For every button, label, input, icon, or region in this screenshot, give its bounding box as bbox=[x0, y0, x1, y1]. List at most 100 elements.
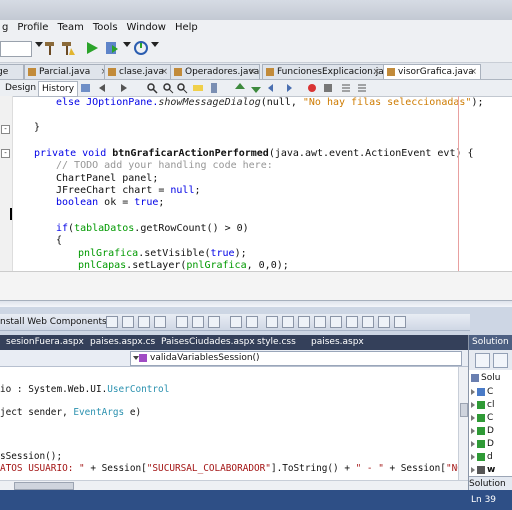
fold-marker-icon[interactable]: - bbox=[1, 149, 10, 158]
editor-toolbar: Design History bbox=[0, 80, 512, 97]
menu-item-team[interactable]: Team bbox=[57, 22, 83, 33]
document-tab[interactable]: paises.aspx bbox=[311, 335, 364, 350]
toolbar-button-icon[interactable] bbox=[266, 316, 278, 328]
toolbar-button-icon[interactable] bbox=[176, 316, 188, 328]
editor-tab[interactable]: clase.java × bbox=[104, 64, 172, 79]
shift-right-icon[interactable] bbox=[282, 82, 294, 94]
close-icon[interactable]: × bbox=[469, 65, 477, 79]
next-bookmark-icon[interactable] bbox=[250, 82, 262, 94]
document-tab[interactable]: style.css bbox=[257, 335, 296, 350]
solution-root[interactable]: Solu bbox=[471, 372, 500, 384]
install-web-components-label[interactable]: nstall Web Components bbox=[0, 314, 107, 330]
toolbar-button-icon[interactable] bbox=[362, 316, 374, 328]
menu-item-run[interactable]: g bbox=[2, 22, 8, 33]
expand-icon[interactable] bbox=[471, 414, 475, 421]
fold-marker-icon[interactable]: - bbox=[1, 125, 10, 134]
last-edit-icon[interactable] bbox=[80, 82, 92, 94]
expand-icon[interactable] bbox=[471, 388, 475, 395]
tree-item[interactable]: cl bbox=[471, 399, 494, 411]
tree-item[interactable]: C bbox=[471, 412, 493, 424]
refresh-icon[interactable] bbox=[493, 353, 508, 368]
chevron-down-icon[interactable] bbox=[133, 356, 139, 360]
comment-icon[interactable] bbox=[340, 82, 352, 94]
design-tab[interactable]: Design bbox=[2, 81, 39, 95]
editor-tab-active[interactable]: visorGrafica.java × bbox=[383, 64, 481, 79]
configuration-combo[interactable] bbox=[0, 41, 32, 57]
shift-left-icon[interactable] bbox=[266, 82, 278, 94]
toolbar-button-icon[interactable] bbox=[282, 316, 294, 328]
toolbar-button-icon[interactable] bbox=[154, 316, 166, 328]
editor-tab[interactable]: Parcial.java× bbox=[24, 64, 112, 79]
toolbar-button-icon[interactable] bbox=[246, 316, 258, 328]
find-next-icon[interactable] bbox=[176, 82, 188, 94]
editor-tab[interactable]: ge bbox=[0, 64, 24, 79]
properties-icon[interactable] bbox=[475, 353, 490, 368]
tree-item-label: D bbox=[487, 439, 494, 449]
code-token: JFreeChart chart = bbox=[56, 185, 171, 196]
toolbar-button-icon[interactable] bbox=[346, 316, 358, 328]
find-previous-icon[interactable] bbox=[162, 82, 174, 94]
scrollbar-thumb[interactable] bbox=[460, 403, 468, 417]
history-tab[interactable]: History bbox=[38, 81, 79, 97]
tree-item[interactable]: D bbox=[471, 425, 494, 437]
chevron-down-icon[interactable] bbox=[123, 42, 131, 47]
toolbar-button-icon[interactable] bbox=[106, 316, 118, 328]
expand-icon[interactable] bbox=[471, 453, 475, 460]
run-icon[interactable] bbox=[84, 40, 100, 56]
text-caret bbox=[10, 208, 12, 220]
csharp-code-editor[interactable]: io : System.Web.UI.UserControl ject send… bbox=[0, 367, 512, 480]
toolbar-button-icon[interactable] bbox=[122, 316, 134, 328]
menu-item-profile[interactable]: Profile bbox=[17, 22, 48, 33]
back-icon[interactable] bbox=[96, 82, 108, 94]
toolbar-button-icon[interactable] bbox=[208, 316, 220, 328]
tree-item[interactable]: C bbox=[471, 386, 493, 398]
menu-item-window[interactable]: Window bbox=[127, 22, 166, 33]
toolbar-button-icon[interactable] bbox=[138, 316, 150, 328]
chevron-down-icon[interactable] bbox=[151, 42, 159, 47]
toolbar-button-icon[interactable] bbox=[314, 316, 326, 328]
start-macro-icon[interactable] bbox=[306, 82, 318, 94]
solution-explorer-tab[interactable]: Solution bbox=[469, 476, 512, 491]
clean-build-icon[interactable] bbox=[60, 40, 76, 56]
previous-bookmark-icon[interactable] bbox=[234, 82, 246, 94]
forward-icon[interactable] bbox=[118, 82, 130, 94]
tree-item-label: C bbox=[487, 387, 494, 397]
profile-icon[interactable] bbox=[133, 40, 149, 56]
vs-status-bar: Ln 39 bbox=[0, 490, 512, 510]
toolbar-button-icon[interactable] bbox=[230, 316, 242, 328]
editor-tab[interactable]: FuncionesExplicacion.java × bbox=[262, 64, 384, 79]
toolbar-button-icon[interactable] bbox=[192, 316, 204, 328]
stop-macro-icon[interactable] bbox=[322, 82, 334, 94]
toggle-highlight-icon[interactable] bbox=[192, 82, 204, 94]
debug-icon[interactable] bbox=[104, 40, 120, 56]
toolbar-button-icon[interactable] bbox=[330, 316, 342, 328]
java-code-editor[interactable]: else JOptionPane.showMessageDialog(null,… bbox=[14, 96, 512, 271]
scrollbar-thumb[interactable] bbox=[14, 482, 74, 490]
toolbar-button-icon[interactable] bbox=[394, 316, 406, 328]
code-line: JFreeChart chart = null; bbox=[56, 185, 201, 196]
build-hammer-icon[interactable] bbox=[42, 40, 58, 56]
expand-icon[interactable] bbox=[471, 440, 475, 447]
expand-icon[interactable] bbox=[471, 401, 475, 408]
expand-icon[interactable] bbox=[471, 466, 475, 473]
document-tab[interactable]: paises.aspx.cs bbox=[90, 335, 155, 350]
member-dropdown[interactable]: validaVariablesSession() bbox=[130, 351, 462, 366]
java-file-icon bbox=[28, 67, 36, 76]
toolbar-button-icon[interactable] bbox=[378, 316, 390, 328]
close-icon[interactable]: × bbox=[372, 65, 380, 79]
document-tab[interactable]: sesionFuera.aspx bbox=[6, 335, 84, 350]
close-icon[interactable]: × bbox=[248, 65, 256, 79]
document-tab[interactable]: PaisesCiudades.aspx bbox=[161, 335, 255, 350]
search-icon[interactable] bbox=[146, 82, 158, 94]
toolbar-button-icon[interactable] bbox=[298, 316, 310, 328]
close-icon[interactable]: × bbox=[160, 65, 168, 79]
uncomment-icon[interactable] bbox=[356, 82, 368, 94]
menu-item-help[interactable]: Help bbox=[175, 22, 198, 33]
toggle-bookmark-icon[interactable] bbox=[208, 82, 220, 94]
tree-item[interactable]: w bbox=[471, 464, 495, 476]
editor-tab[interactable]: Operadores.java × bbox=[170, 64, 260, 79]
menu-item-tools[interactable]: Tools bbox=[93, 22, 118, 33]
tree-item[interactable]: d bbox=[471, 451, 493, 463]
expand-icon[interactable] bbox=[471, 427, 475, 434]
tree-item[interactable]: D bbox=[471, 438, 494, 450]
